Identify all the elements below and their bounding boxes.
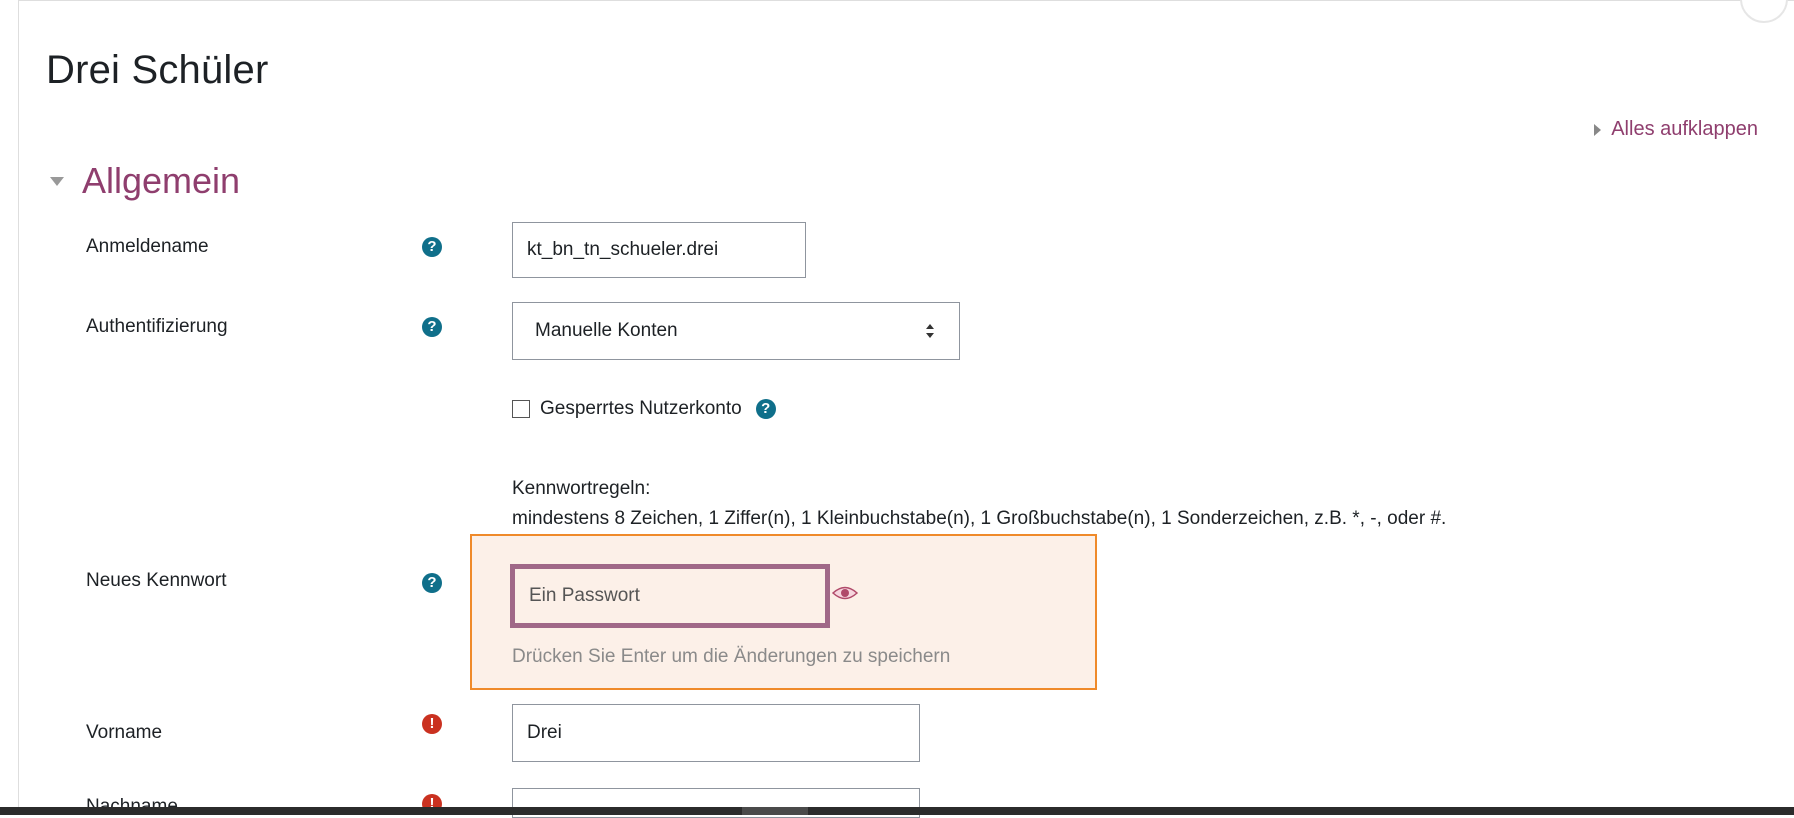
auth-select[interactable]: Manuelle Konten [512, 302, 960, 360]
firstname-required-icon: ! [422, 714, 442, 734]
eye-icon[interactable] [832, 585, 858, 601]
password-rules-heading: Kennwortregeln: [512, 478, 651, 499]
expand-triangle-icon [1594, 123, 1602, 136]
collapse-caret-icon [50, 176, 64, 186]
firstname-input[interactable]: Drei [512, 704, 920, 762]
username-label: Anmeldename [86, 236, 209, 257]
auth-select-value: Manuelle Konten [535, 320, 678, 341]
password-rules-text: mindestens 8 Zeichen, 1 Ziffer(n), 1 Kle… [512, 508, 1447, 529]
suspended-row: Gesperrtes Nutzerkonto ? [512, 398, 776, 420]
new-password-label: Neues Kennwort [86, 570, 227, 591]
new-password-help-icon[interactable]: ? [422, 573, 442, 593]
username-help-icon[interactable]: ? [422, 237, 442, 257]
bottom-scrollbar[interactable] [0, 807, 1794, 815]
auth-label: Authentifizierung [86, 316, 228, 337]
corner-avatar [1740, 0, 1788, 23]
suspended-checkbox[interactable] [512, 400, 530, 418]
new-password-input[interactable]: Ein Passwort [510, 564, 830, 628]
expand-all-label: Alles aufklappen [1611, 118, 1758, 140]
suspended-label: Gesperrtes Nutzerkonto [540, 398, 742, 419]
password-rules: Kennwortregeln: mindestens 8 Zeichen, 1 … [512, 474, 1446, 534]
page-title: Drei Schüler [46, 48, 269, 92]
section-toggle-general[interactable]: Allgemein [50, 160, 240, 202]
expand-all-link[interactable]: Alles aufklappen [1594, 118, 1758, 141]
select-arrows-icon [926, 324, 934, 338]
scrollbar-thumb[interactable] [742, 807, 808, 815]
settings-card [18, 0, 1794, 815]
auth-help-icon[interactable]: ? [422, 317, 442, 337]
username-input[interactable]: kt_bn_tn_schueler.drei [512, 222, 806, 278]
new-password-hint: Drücken Sie Enter um die Änderungen zu s… [512, 646, 951, 667]
section-title: Allgemein [82, 160, 241, 201]
firstname-label: Vorname [86, 722, 163, 743]
suspended-help-icon[interactable]: ? [755, 399, 776, 419]
